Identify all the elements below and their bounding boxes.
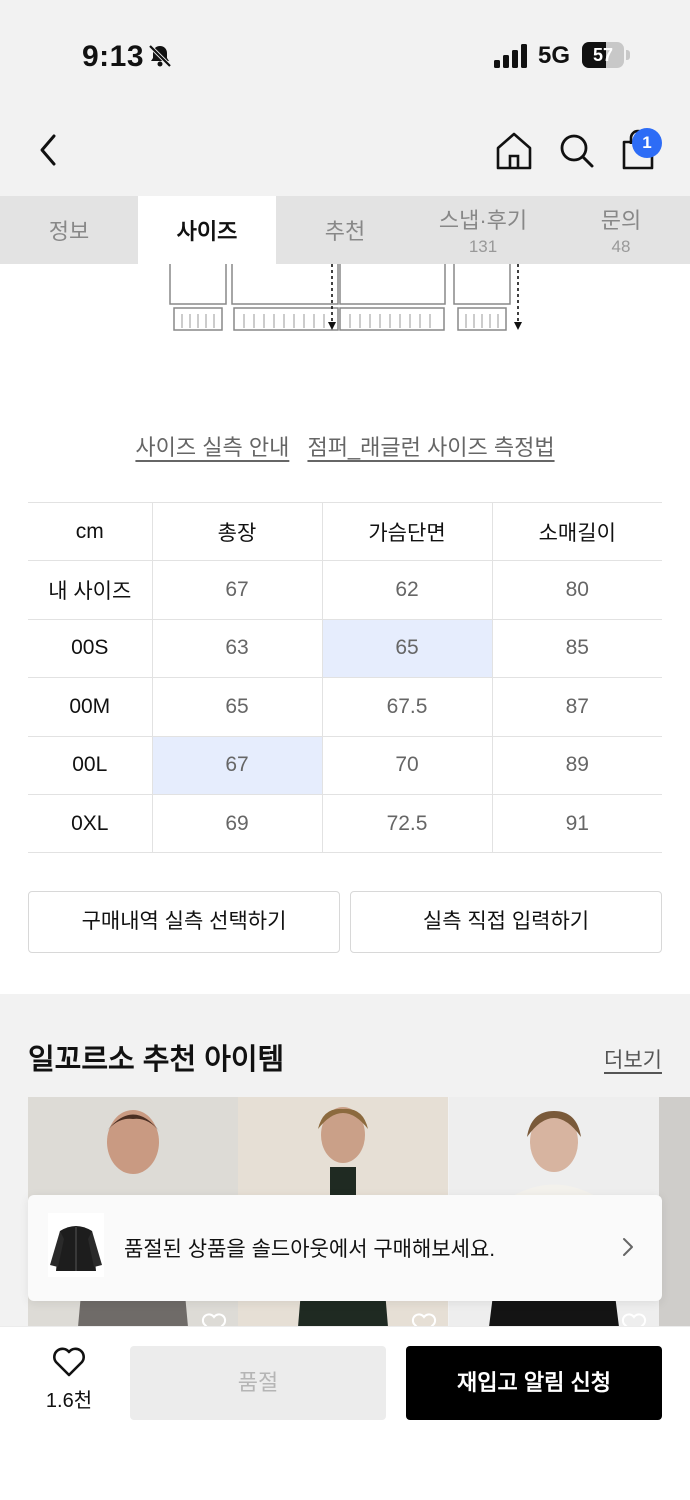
network-type: 5G [538, 42, 571, 69]
size-table: cm 총장 가슴단면 소매길이 내 사이즈 67 62 80 00S 63 65… [28, 501, 662, 854]
search-icon[interactable] [556, 128, 596, 172]
tab-inquiry[interactable]: 문의 48 [552, 196, 690, 264]
battery-icon: 57 [582, 42, 630, 68]
tab-label: 문의 [600, 208, 642, 233]
like-count: 1.6천 [45, 1390, 93, 1412]
soldout-banner[interactable]: 품절된 상품을 솔드아웃에서 구매해보세요. [28, 1195, 662, 1301]
table-header-row: cm 총장 가슴단면 소매길이 [28, 501, 662, 562]
table-header-cell: 가슴단면 [321, 501, 492, 562]
table-header-cell: 총장 [151, 501, 322, 562]
cart-count-badge: 1 [632, 128, 662, 158]
tab-size[interactable]: 사이즈 [138, 196, 276, 264]
table-cell: 91 [491, 793, 662, 854]
size-label-cell: 0XL [28, 793, 153, 854]
tab-label: 사이즈 [176, 219, 238, 244]
size-measure-illustration [169, 264, 522, 331]
soldout-banner-message: 품절된 상품을 솔드아웃에서 구매해보세요. [124, 1238, 496, 1261]
size-label-cell: 00S [28, 618, 153, 679]
purchase-history-measure-button[interactable]: 구매내역 실측 선택하기 [28, 891, 340, 953]
table-cell: 63 [151, 618, 322, 679]
tab-snap-review[interactable]: 스냅·후기 131 [414, 196, 552, 264]
table-cell: 62 [321, 560, 492, 620]
manual-measure-input-button[interactable]: 실측 직접 입력하기 [350, 891, 662, 953]
table-cell: 67 [151, 560, 322, 620]
table-cell: 65 [151, 677, 322, 737]
jacket-thumbnail [48, 1213, 104, 1277]
table-row: 00L 67 70 89 [28, 735, 662, 795]
battery-level: 57 [592, 45, 614, 65]
table-cell: 72.5 [321, 793, 492, 854]
table-cell: 69 [151, 793, 322, 854]
bell-muted-icon [148, 44, 172, 68]
chevron-right-icon [623, 1238, 633, 1256]
tab-info[interactable]: 정보 [0, 196, 138, 264]
product-image[interactable] [659, 1097, 690, 1327]
tab-label: 스냅·후기 [438, 208, 528, 233]
recommend-title: 일꼬르소 추천 아이템 [28, 1044, 285, 1076]
table-row: 내 사이즈 67 62 80 [28, 560, 662, 620]
measure-method-link[interactable]: 점퍼_래글런 사이즈 측정법 [307, 435, 554, 460]
tab-label: 추천 [324, 219, 366, 244]
size-guide-links: 사이즈 실측 안내 점퍼_래글런 사이즈 측정법 [0, 430, 690, 462]
table-cell: 80 [491, 560, 662, 620]
home-icon[interactable] [494, 128, 534, 172]
table-row: 00S 63 65 85 [28, 618, 662, 679]
table-header-cell: 소매길이 [491, 501, 662, 562]
back-icon[interactable] [30, 128, 70, 172]
table-cell-highlighted: 67 [151, 735, 322, 795]
soldout-button[interactable]: 품절 [130, 1346, 386, 1420]
table-cell: 89 [491, 735, 662, 795]
product-tabs: 정보 사이즈 추천 스냅·후기 131 문의 48 [0, 196, 690, 264]
tab-recommend[interactable]: 추천 [276, 196, 414, 264]
table-row: 0XL 69 72.5 91 [28, 793, 662, 854]
table-cell: 67.5 [321, 677, 492, 737]
tab-count: 131 [468, 237, 498, 256]
table-cell: 70 [321, 735, 492, 795]
status-time: 9:13 [82, 40, 145, 73]
table-cell: 85 [491, 618, 662, 679]
recommend-more-link[interactable]: 더보기 [604, 1044, 662, 1074]
like-button[interactable]: 1.6천 [30, 1346, 108, 1418]
size-label-cell: 00L [28, 735, 153, 795]
heart-icon [53, 1347, 85, 1377]
table-cell: 87 [491, 677, 662, 737]
table-cell-highlighted: 65 [321, 618, 492, 679]
table-row: 00M 65 67.5 87 [28, 677, 662, 737]
size-label-cell: 내 사이즈 [28, 560, 153, 620]
restock-alert-button[interactable]: 재입고 알림 신청 [406, 1346, 662, 1420]
size-label-cell: 00M [28, 677, 153, 737]
size-guide-link[interactable]: 사이즈 실측 안내 [135, 435, 289, 460]
tab-count: 48 [611, 237, 631, 256]
signal-icon [494, 44, 527, 68]
tab-label: 정보 [48, 219, 90, 244]
table-header-cell: cm [28, 501, 153, 562]
